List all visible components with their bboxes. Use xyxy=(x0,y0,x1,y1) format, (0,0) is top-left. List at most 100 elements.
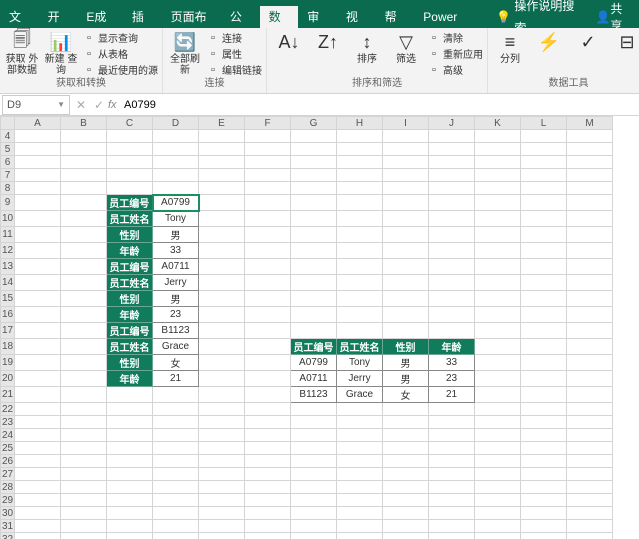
column-header[interactable]: K xyxy=(475,117,521,130)
cell[interactable] xyxy=(153,387,199,403)
cell[interactable] xyxy=(567,520,613,533)
cell[interactable] xyxy=(521,494,567,507)
cell[interactable]: 员工姓名 xyxy=(107,211,153,227)
cell[interactable] xyxy=(15,169,61,182)
cell[interactable] xyxy=(245,130,291,143)
cell[interactable] xyxy=(245,243,291,259)
cell[interactable] xyxy=(475,520,521,533)
cell[interactable] xyxy=(429,182,475,195)
cell[interactable] xyxy=(567,227,613,243)
cell[interactable] xyxy=(245,429,291,442)
column-header[interactable]: C xyxy=(107,117,153,130)
cell[interactable] xyxy=(15,371,61,387)
cell[interactable] xyxy=(15,339,61,355)
cell[interactable]: Jerry xyxy=(153,275,199,291)
cell[interactable] xyxy=(107,182,153,195)
cell[interactable] xyxy=(291,169,337,182)
chevron-down-icon[interactable]: ▼ xyxy=(57,100,65,109)
cell[interactable] xyxy=(15,494,61,507)
cell[interactable] xyxy=(199,130,245,143)
cell[interactable] xyxy=(337,481,383,494)
cell[interactable] xyxy=(199,259,245,275)
cell[interactable]: 男 xyxy=(153,227,199,243)
cell[interactable] xyxy=(245,227,291,243)
cell[interactable] xyxy=(521,455,567,468)
cell[interactable] xyxy=(199,355,245,371)
cell[interactable] xyxy=(475,227,521,243)
cell[interactable] xyxy=(567,259,613,275)
cell[interactable] xyxy=(15,387,61,403)
cell[interactable] xyxy=(567,468,613,481)
cell[interactable] xyxy=(521,156,567,169)
cell[interactable] xyxy=(429,307,475,323)
cell[interactable] xyxy=(15,442,61,455)
tab-页面布局[interactable]: 页面布局 xyxy=(162,6,221,28)
cell[interactable] xyxy=(15,520,61,533)
cell[interactable] xyxy=(429,169,475,182)
cell[interactable] xyxy=(475,323,521,339)
cell[interactable] xyxy=(199,494,245,507)
row-header[interactable]: 10 xyxy=(1,211,15,227)
cell[interactable] xyxy=(521,307,567,323)
cell[interactable] xyxy=(475,143,521,156)
cell[interactable] xyxy=(199,323,245,339)
row-header[interactable]: 14 xyxy=(1,275,15,291)
cell[interactable] xyxy=(153,169,199,182)
cell[interactable] xyxy=(291,507,337,520)
cell[interactable] xyxy=(61,323,107,339)
cell[interactable] xyxy=(15,259,61,275)
cell[interactable] xyxy=(383,323,429,339)
cell[interactable] xyxy=(337,243,383,259)
row-header[interactable]: 30 xyxy=(1,507,15,520)
cell[interactable] xyxy=(199,339,245,355)
cell[interactable] xyxy=(567,182,613,195)
cell[interactable] xyxy=(429,323,475,339)
cell[interactable] xyxy=(567,507,613,520)
cell[interactable] xyxy=(107,429,153,442)
cell[interactable] xyxy=(245,416,291,429)
cell[interactable] xyxy=(245,481,291,494)
row-header[interactable]: 20 xyxy=(1,371,15,387)
cell[interactable] xyxy=(337,195,383,211)
row-header[interactable]: 22 xyxy=(1,403,15,416)
row-header[interactable]: 26 xyxy=(1,455,15,468)
ribbon-small-button[interactable]: ▫最近使用的源 xyxy=(82,62,158,77)
cell[interactable] xyxy=(429,494,475,507)
cell[interactable] xyxy=(107,416,153,429)
cell[interactable] xyxy=(153,416,199,429)
cell[interactable] xyxy=(61,291,107,307)
cell[interactable] xyxy=(567,429,613,442)
cell[interactable] xyxy=(521,481,567,494)
cell[interactable] xyxy=(383,520,429,533)
cell[interactable] xyxy=(245,442,291,455)
cell[interactable] xyxy=(567,130,613,143)
cell[interactable]: Jerry xyxy=(337,371,383,387)
cell[interactable] xyxy=(291,195,337,211)
cell[interactable] xyxy=(475,275,521,291)
ribbon-button[interactable]: Z↑ xyxy=(310,30,346,54)
cell[interactable] xyxy=(383,182,429,195)
cell[interactable] xyxy=(475,442,521,455)
cell[interactable] xyxy=(475,507,521,520)
cell[interactable] xyxy=(153,455,199,468)
cell[interactable] xyxy=(291,243,337,259)
cell[interactable] xyxy=(291,275,337,291)
cell[interactable] xyxy=(245,211,291,227)
cell[interactable]: 年龄 xyxy=(429,339,475,355)
cell[interactable] xyxy=(383,143,429,156)
cell[interactable]: 男 xyxy=(383,371,429,387)
cell[interactable] xyxy=(429,243,475,259)
row-header[interactable]: 12 xyxy=(1,243,15,259)
cell[interactable]: 女 xyxy=(153,355,199,371)
cell[interactable] xyxy=(61,227,107,243)
cell[interactable] xyxy=(567,339,613,355)
cell[interactable] xyxy=(199,533,245,539)
cell[interactable] xyxy=(291,259,337,275)
cell[interactable] xyxy=(107,533,153,539)
cell[interactable]: 员工编号 xyxy=(107,195,153,211)
fx-icon[interactable]: fx xyxy=(108,99,124,111)
ribbon-small-button[interactable]: ▫连接 xyxy=(206,30,262,45)
ribbon-small-button[interactable]: ▫编辑链接 xyxy=(206,62,262,77)
cell[interactable] xyxy=(521,227,567,243)
cell[interactable] xyxy=(61,211,107,227)
